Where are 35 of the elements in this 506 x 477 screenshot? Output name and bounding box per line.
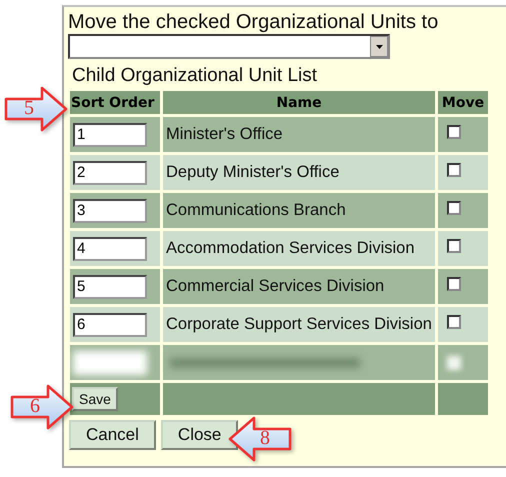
callout-number: 5 [24, 97, 34, 119]
sort-order-field[interactable]: 3 [73, 198, 147, 222]
table-cell: Commercial Services Division [163, 269, 435, 304]
sort-order-field[interactable]: 5 [73, 274, 147, 298]
move-checkbox[interactable] [447, 163, 461, 177]
table-cell: Corporate Support Services Division [163, 307, 435, 342]
callout-number: 6 [30, 395, 40, 417]
list-title: Child Organizational Unit List [72, 65, 318, 87]
move-checkbox[interactable] [447, 277, 461, 291]
action-button[interactable]: Close [160, 420, 238, 450]
move-checkbox[interactable] [447, 125, 461, 139]
save-button[interactable]: Save [72, 387, 118, 411]
move-checkbox[interactable] [447, 315, 461, 329]
table-cell [438, 383, 488, 415]
column-header: Sort Order [70, 91, 160, 114]
target-dropdown[interactable] [68, 34, 390, 59]
sort-order-field[interactable]: 2 [73, 160, 147, 184]
table-cell: Accommodation Services Division [163, 231, 435, 266]
callout-arrow [228, 416, 292, 462]
column-header: Name [163, 91, 435, 114]
action-button[interactable]: Cancel [69, 420, 156, 450]
sort-order-field[interactable]: 1 [73, 122, 147, 146]
move-checkbox[interactable] [447, 239, 461, 253]
callout-arrow [4, 86, 68, 132]
table-cell: Communications Branch [163, 193, 435, 228]
table-cell: Minister's Office [163, 117, 435, 152]
blurred-patch [447, 356, 461, 370]
callout-number: 8 [260, 427, 270, 449]
sort-order-field[interactable]: 6 [73, 312, 147, 336]
table-cell: Deputy Minister's Office [163, 155, 435, 190]
move-checkbox[interactable] [447, 201, 461, 215]
sort-order-field[interactable]: 4 [73, 236, 147, 260]
move-label: Move the checked Organizational Units to [68, 11, 438, 33]
callout-arrow [10, 384, 74, 430]
column-header: Move [438, 91, 488, 114]
